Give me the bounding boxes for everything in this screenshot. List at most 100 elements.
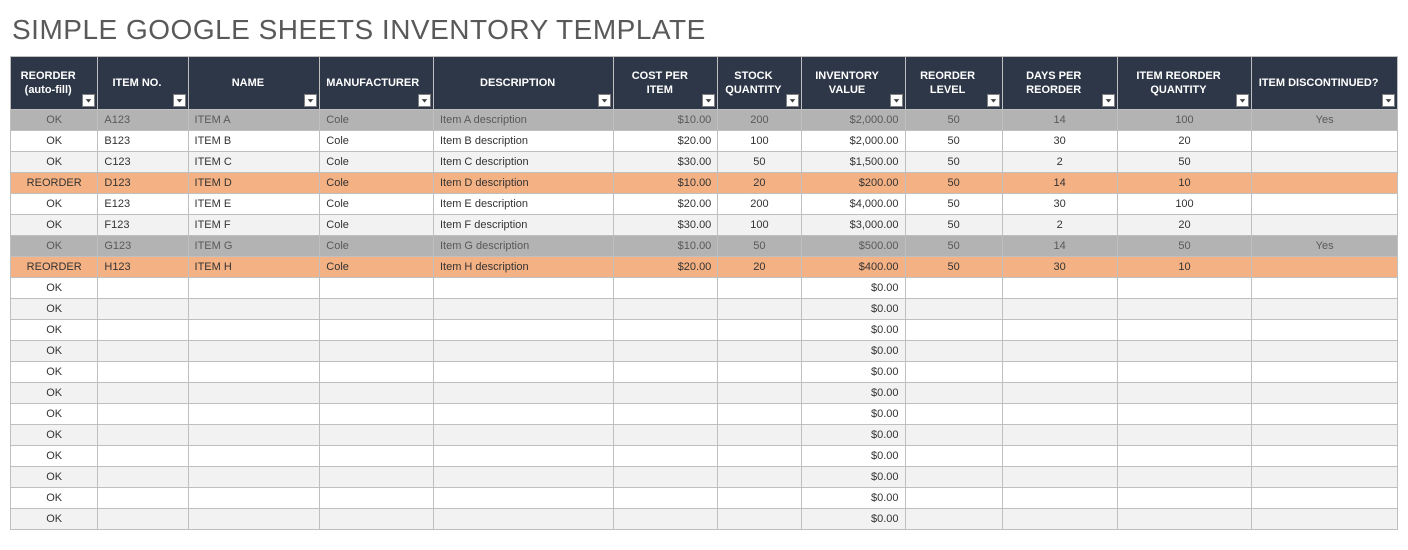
cell-reorder_level[interactable] <box>905 299 1002 320</box>
cell-manufacturer[interactable]: Cole <box>320 131 434 152</box>
cell-discontinued[interactable] <box>1252 257 1398 278</box>
cell-name[interactable] <box>188 404 320 425</box>
cell-reorder_level[interactable]: 50 <box>905 152 1002 173</box>
cell-discontinued[interactable] <box>1252 341 1398 362</box>
cell-name[interactable] <box>188 383 320 404</box>
cell-name[interactable]: ITEM A <box>188 110 320 131</box>
cell-name[interactable]: ITEM G <box>188 236 320 257</box>
column-header-item_no[interactable]: ITEM NO. <box>98 57 188 110</box>
cell-days[interactable]: 2 <box>1002 215 1117 236</box>
cell-cost[interactable] <box>614 383 718 404</box>
filter-dropdown-icon[interactable] <box>1102 94 1115 107</box>
cell-discontinued[interactable] <box>1252 383 1398 404</box>
cell-name[interactable]: ITEM H <box>188 257 320 278</box>
cell-value[interactable]: $0.00 <box>801 446 905 467</box>
cell-status[interactable]: OK <box>11 194 98 215</box>
cell-cost[interactable] <box>614 404 718 425</box>
cell-days[interactable] <box>1002 383 1117 404</box>
cell-description[interactable] <box>433 446 613 467</box>
filter-dropdown-icon[interactable] <box>702 94 715 107</box>
cell-status[interactable]: OK <box>11 236 98 257</box>
cell-cost[interactable]: $10.00 <box>614 110 718 131</box>
cell-discontinued[interactable] <box>1252 446 1398 467</box>
cell-stock[interactable]: 100 <box>718 131 801 152</box>
filter-dropdown-icon[interactable] <box>304 94 317 107</box>
cell-cost[interactable] <box>614 320 718 341</box>
cell-item_no[interactable] <box>98 446 188 467</box>
cell-stock[interactable] <box>718 341 801 362</box>
cell-item_no[interactable] <box>98 299 188 320</box>
cell-discontinued[interactable] <box>1252 278 1398 299</box>
cell-description[interactable] <box>433 404 613 425</box>
cell-reorder_qty[interactable] <box>1117 383 1252 404</box>
column-header-stock[interactable]: STOCK QUANTITY <box>718 57 801 110</box>
cell-item_no[interactable] <box>98 488 188 509</box>
cell-stock[interactable]: 20 <box>718 173 801 194</box>
cell-status[interactable]: OK <box>11 362 98 383</box>
cell-discontinued[interactable] <box>1252 194 1398 215</box>
cell-item_no[interactable] <box>98 278 188 299</box>
cell-manufacturer[interactable]: Cole <box>320 110 434 131</box>
cell-manufacturer[interactable] <box>320 278 434 299</box>
cell-status[interactable]: OK <box>11 110 98 131</box>
cell-reorder_qty[interactable]: 20 <box>1117 215 1252 236</box>
cell-status[interactable]: REORDER <box>11 257 98 278</box>
cell-manufacturer[interactable]: Cole <box>320 194 434 215</box>
cell-value[interactable]: $500.00 <box>801 236 905 257</box>
cell-cost[interactable] <box>614 425 718 446</box>
cell-days[interactable] <box>1002 446 1117 467</box>
cell-value[interactable]: $2,000.00 <box>801 131 905 152</box>
cell-reorder_qty[interactable] <box>1117 320 1252 341</box>
cell-value[interactable]: $0.00 <box>801 467 905 488</box>
filter-dropdown-icon[interactable] <box>1382 94 1395 107</box>
cell-days[interactable] <box>1002 467 1117 488</box>
cell-status[interactable]: OK <box>11 152 98 173</box>
cell-value[interactable]: $0.00 <box>801 488 905 509</box>
cell-status[interactable]: OK <box>11 215 98 236</box>
cell-description[interactable]: Item C description <box>433 152 613 173</box>
cell-cost[interactable] <box>614 362 718 383</box>
cell-reorder_level[interactable] <box>905 383 1002 404</box>
filter-dropdown-icon[interactable] <box>1236 94 1249 107</box>
cell-discontinued[interactable] <box>1252 488 1398 509</box>
cell-days[interactable] <box>1002 488 1117 509</box>
cell-discontinued[interactable] <box>1252 509 1398 530</box>
cell-days[interactable]: 30 <box>1002 257 1117 278</box>
cell-days[interactable] <box>1002 341 1117 362</box>
cell-reorder_qty[interactable]: 20 <box>1117 131 1252 152</box>
filter-dropdown-icon[interactable] <box>82 94 95 107</box>
cell-stock[interactable]: 200 <box>718 110 801 131</box>
cell-status[interactable]: OK <box>11 278 98 299</box>
cell-discontinued[interactable] <box>1252 215 1398 236</box>
cell-discontinued[interactable] <box>1252 362 1398 383</box>
cell-reorder_qty[interactable] <box>1117 509 1252 530</box>
cell-reorder_qty[interactable] <box>1117 362 1252 383</box>
cell-status[interactable]: OK <box>11 299 98 320</box>
cell-reorder_level[interactable]: 50 <box>905 194 1002 215</box>
cell-reorder_level[interactable] <box>905 446 1002 467</box>
cell-manufacturer[interactable]: Cole <box>320 215 434 236</box>
cell-cost[interactable] <box>614 299 718 320</box>
cell-reorder_level[interactable] <box>905 362 1002 383</box>
cell-stock[interactable]: 200 <box>718 194 801 215</box>
cell-reorder_level[interactable]: 50 <box>905 110 1002 131</box>
cell-discontinued[interactable]: Yes <box>1252 110 1398 131</box>
cell-name[interactable] <box>188 278 320 299</box>
cell-days[interactable] <box>1002 299 1117 320</box>
cell-item_no[interactable] <box>98 341 188 362</box>
cell-name[interactable] <box>188 488 320 509</box>
cell-days[interactable] <box>1002 320 1117 341</box>
cell-cost[interactable] <box>614 467 718 488</box>
cell-cost[interactable]: $30.00 <box>614 215 718 236</box>
cell-description[interactable]: Item G description <box>433 236 613 257</box>
cell-item_no[interactable] <box>98 467 188 488</box>
cell-item_no[interactable]: B123 <box>98 131 188 152</box>
cell-manufacturer[interactable] <box>320 467 434 488</box>
cell-status[interactable]: REORDER <box>11 173 98 194</box>
cell-reorder_level[interactable] <box>905 488 1002 509</box>
column-header-cost[interactable]: COST PER ITEM <box>614 57 718 110</box>
cell-days[interactable] <box>1002 404 1117 425</box>
cell-manufacturer[interactable] <box>320 509 434 530</box>
cell-status[interactable]: OK <box>11 131 98 152</box>
cell-reorder_level[interactable]: 50 <box>905 215 1002 236</box>
